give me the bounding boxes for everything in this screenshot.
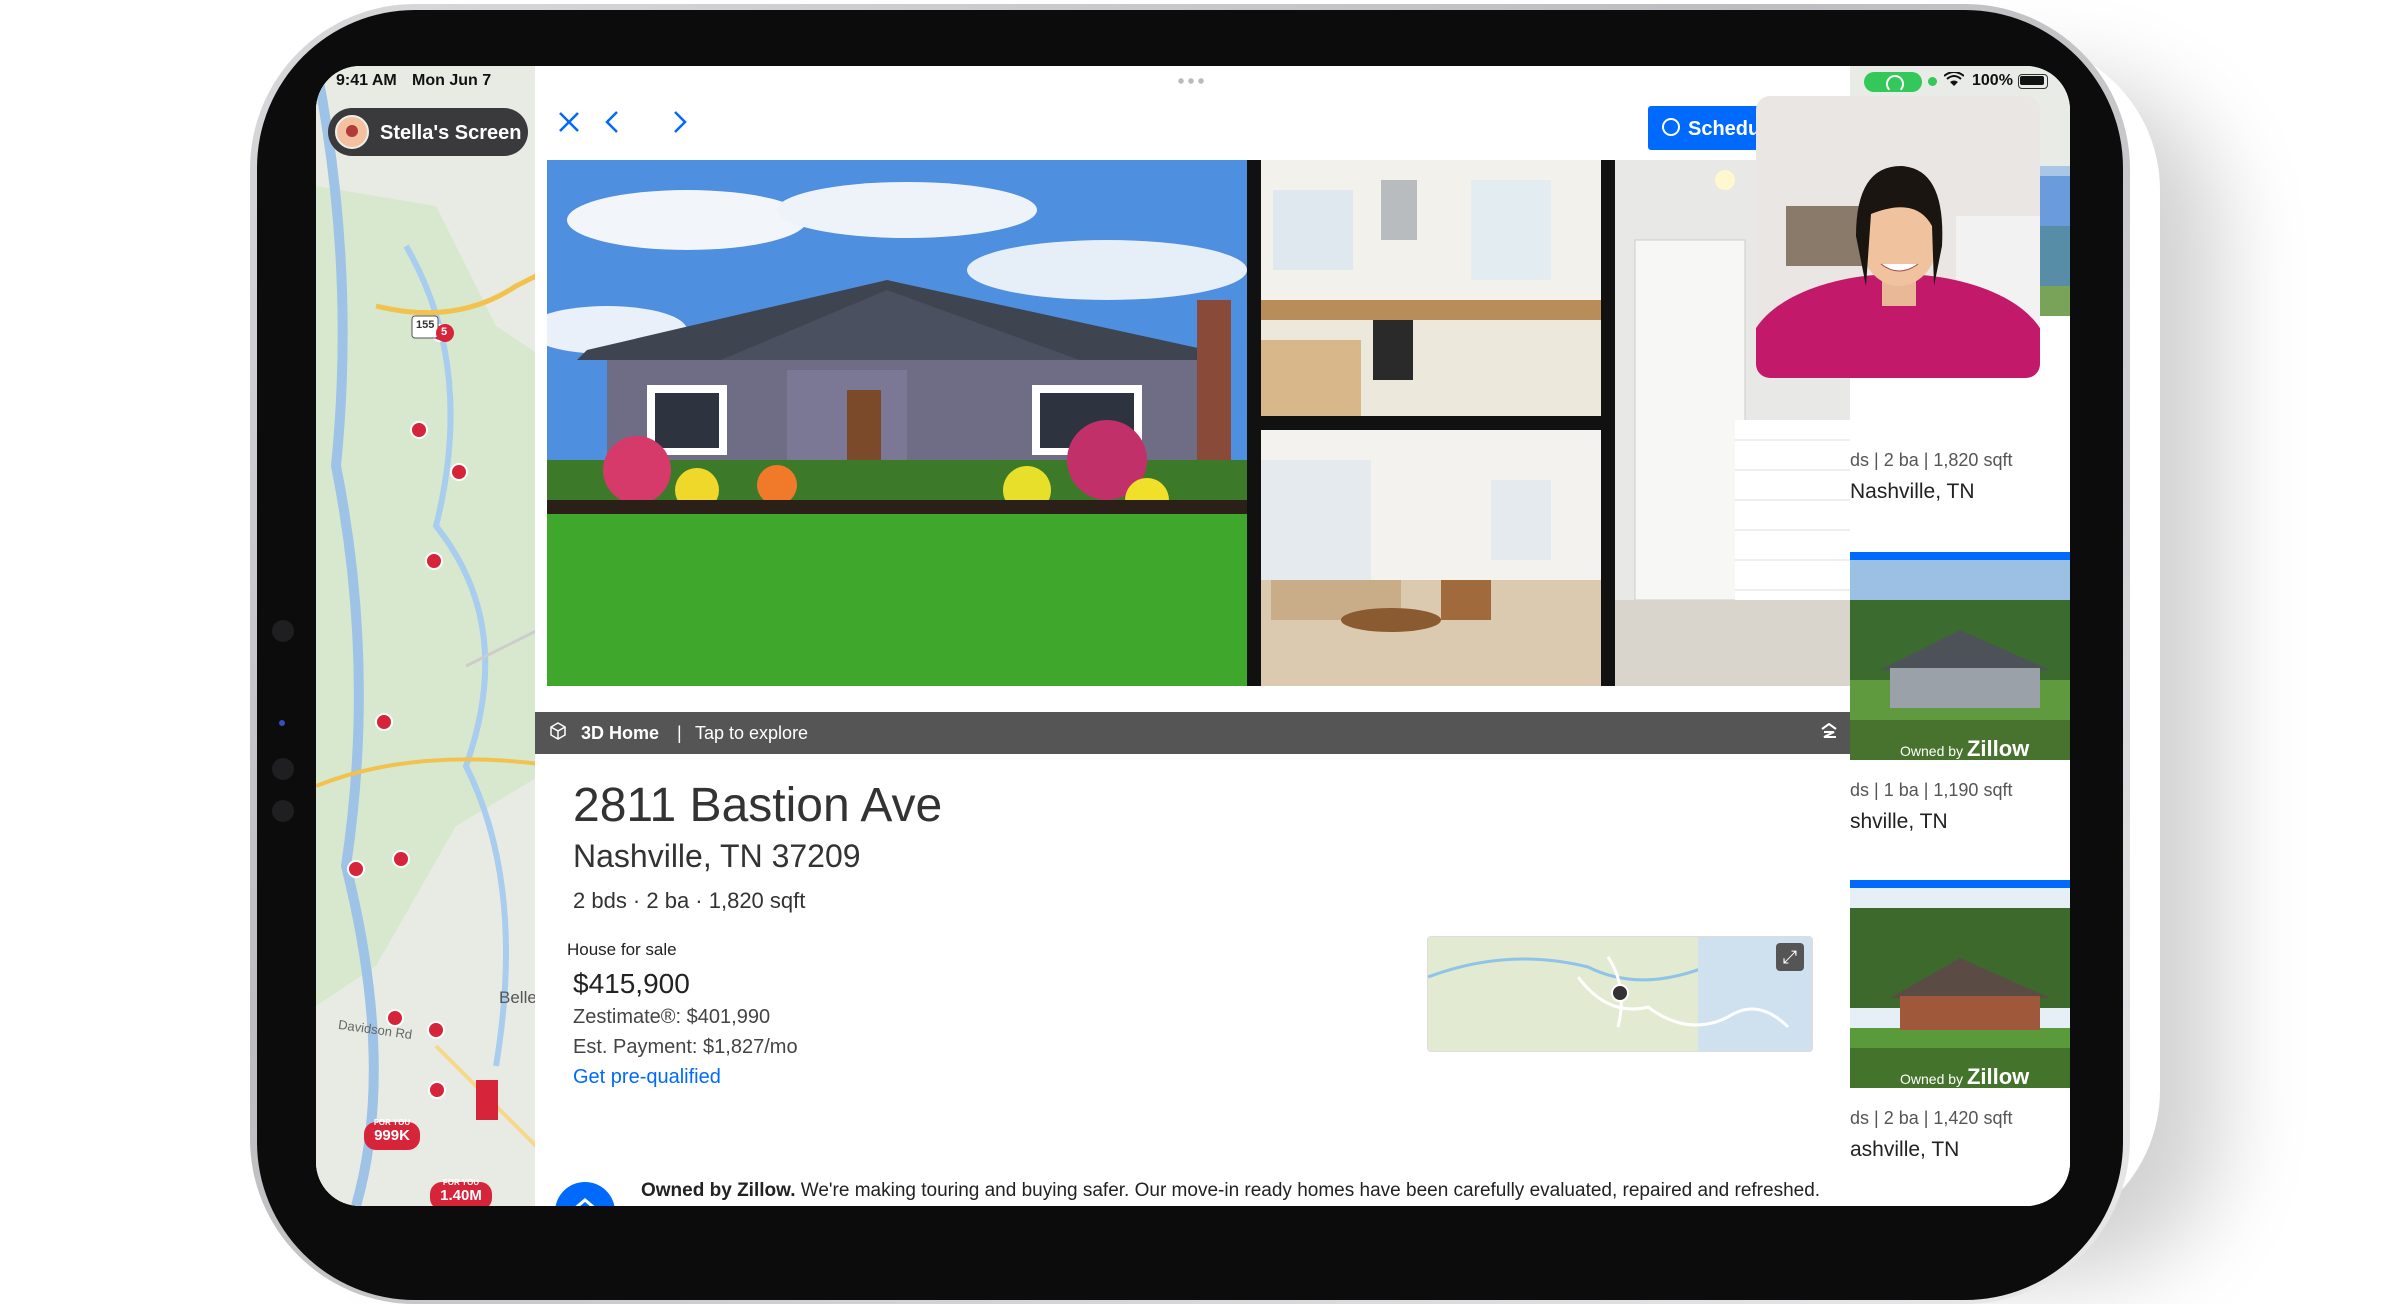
listing-facts: ds | 2 ba | 1,820 sqft [1850,450,2013,470]
previous-icon[interactable] [601,106,625,140]
owned-by-zillow-badge: Owned by Zillow [1900,1064,2029,1090]
tap-to-explore-label: Tap to explore [695,723,809,743]
close-icon[interactable] [557,106,581,140]
card-accent-bar [1850,552,2070,560]
map-pin-tag: FOR YOU [442,1178,480,1187]
ipad-screen: 155 5 Belle Davidson Rd FOR YOU 999K FOR… [316,66,2070,1206]
camera-in-use-dot [1928,77,1937,86]
battery-percent: 100% [1972,72,2013,89]
status-date: Mon Jun 7 [412,72,492,89]
3d-home-label: 3D Home [581,723,660,743]
screen-share-pill[interactable]: Stella's Screen [328,108,528,156]
listing-city: shville, TN [1850,810,1948,833]
get-prequalified-link[interactable]: Get pre-qualified [573,1066,721,1089]
location-mini-map[interactable]: ⤢ [1427,936,1813,1052]
tour-separator: | [677,723,682,743]
zillow-logo-icon [555,1182,615,1206]
3d-cube-icon [550,722,566,740]
avatar [335,115,369,149]
map-pin-tag: FOR YOU [373,1118,411,1127]
status-bar: 9:41 AM Mon Jun 7 100% [316,66,2070,96]
kitchen-photo[interactable] [1261,160,1601,416]
next-icon[interactable] [667,106,691,140]
property-address: 2811 Bastion Ave [573,779,943,832]
zillow-logo-icon [1820,722,1838,744]
estimated-payment: Est. Payment: $1,827/mo [573,1036,798,1058]
owned-by-zillow-notice: Owned by Zillow. We're making touring an… [555,1176,1845,1206]
zillow-wordmark: Zillow [1966,736,2030,761]
owned-by-zillow-heading: Owned by Zillow. [641,1180,796,1201]
zillow-wordmark: Zillow [1966,1064,2030,1089]
status-time: 9:41 AM [336,72,397,89]
photo-gallery[interactable] [547,160,1850,686]
listing-type: House for sale [567,940,677,959]
person-icon [1662,118,1680,136]
listing-photo [1850,888,2070,1088]
schedule-label: Schedul [1688,118,1766,140]
camera-indicator [279,720,285,726]
owned-by-prefix: Owned by [1900,1071,1964,1087]
map-label-shield: 155 [416,319,435,331]
listing-facts: ds | 2 ba | 1,420 sqft [1850,1108,2013,1128]
listing-city: ashville, TN [1850,1138,1960,1161]
battery-icon [2018,74,2048,89]
owned-by-zillow-text: Owned by Zillow. We're making touring an… [641,1180,1820,1202]
card-accent-bar [1850,880,2070,888]
side-button [272,800,294,822]
map-pin-price: 1.40M [440,1187,482,1204]
property-city: Nashville, TN 37209 [573,838,861,874]
map-label-route: 5 [441,326,448,338]
owned-by-zillow-badge: Owned by Zillow [1900,736,2029,762]
expand-map-icon[interactable]: ⤢ [1776,943,1804,971]
map-price-pin[interactable]: FOR YOU 1.40M [430,1178,492,1204]
mini-map-canvas [1428,937,1812,1051]
property-detail-panel: 3D Home | Tap to explore 2811 Bastion Av… [535,66,1850,1206]
listing-facts: ds | 1 ba | 1,190 sqft [1850,780,2013,800]
map-pin-price: 999K [374,1127,410,1144]
listing-price: $415,900 [573,968,690,999]
side-button [272,758,294,780]
owned-by-zillow-body: We're making touring and buying safer. O… [795,1180,1821,1201]
side-button [272,620,294,642]
property-facts: 2 bds · 2 ba · 1,820 sqft [573,888,806,913]
facetime-person-video [1756,96,2040,378]
3d-tour-bar[interactable]: 3D Home | Tap to explore [535,712,1850,754]
main-house-photo[interactable] [547,160,1247,686]
wifi-icon [1943,71,1965,93]
multitasking-dots[interactable] [1176,78,1204,84]
map-price-pin[interactable]: FOR YOU 999K [364,1118,420,1144]
map-label-area: Belle [499,988,537,1007]
facetime-video-tile[interactable] [1756,96,2040,378]
living-room-photo[interactable] [1261,430,1601,686]
owned-by-prefix: Owned by [1900,743,1964,759]
zestimate: Zestimate®: $401,990 [573,1006,771,1028]
listing-photo [1850,560,2070,760]
listing-city: Nashville, TN [1850,480,1975,503]
screen-share-label: Stella's Screen [380,122,522,144]
shareplay-indicator[interactable] [1864,72,1922,93]
